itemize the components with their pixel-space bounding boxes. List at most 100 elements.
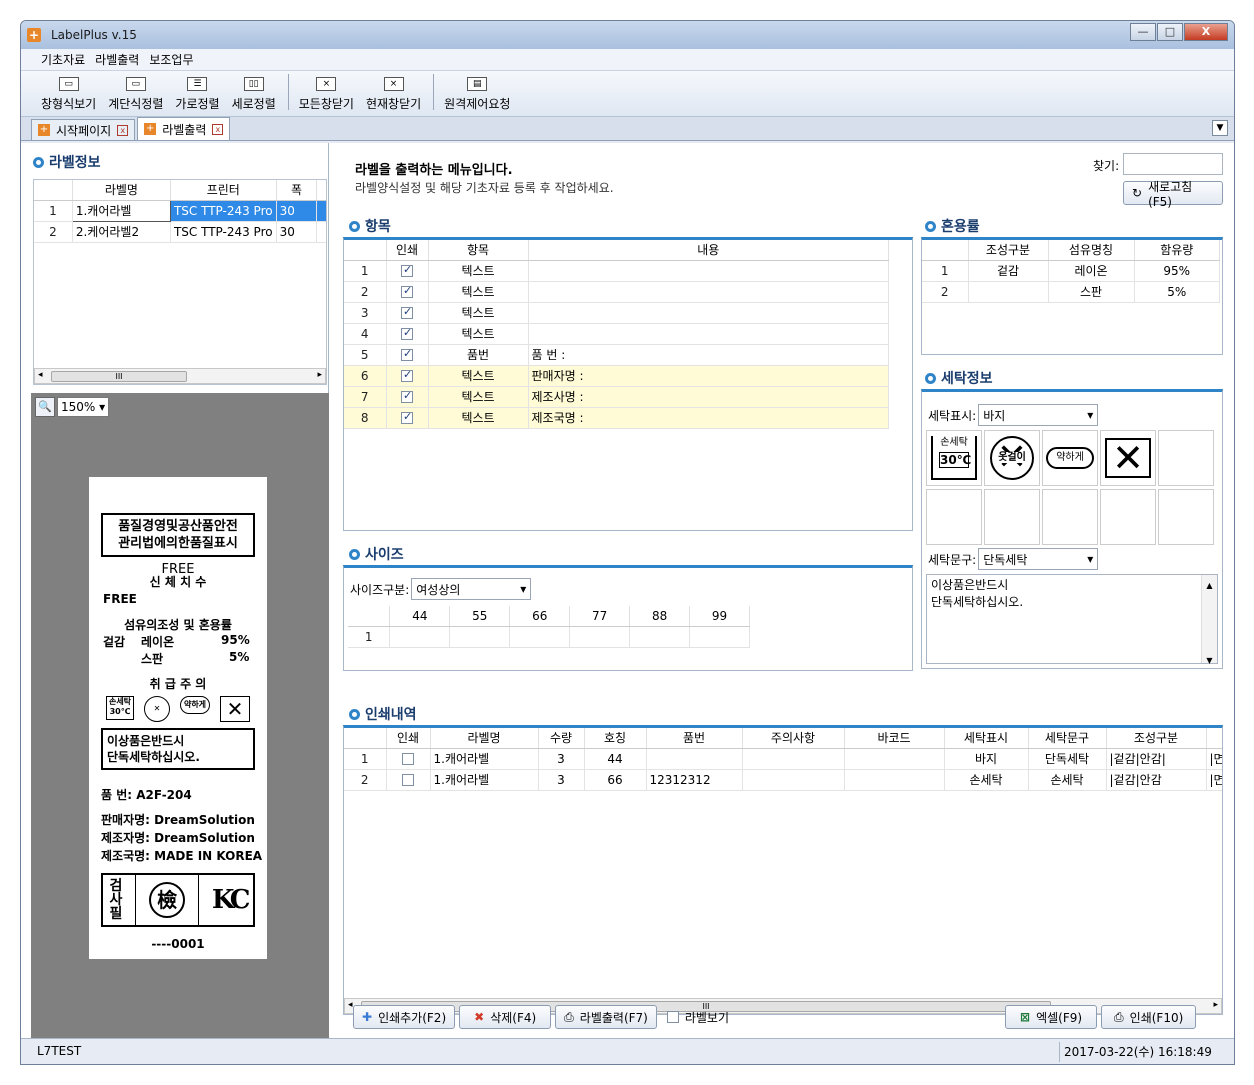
items-panel: 인쇄 항목 내용 1텍스트 2텍스트 3텍스트 4텍스트 5품번품 번 : 6텍…	[343, 237, 913, 531]
scroll-thumb[interactable]: III	[51, 371, 187, 382]
scroll-left-icon[interactable]: ◂	[38, 370, 43, 380]
remote-control-button[interactable]: ▤ 원격제어요청	[444, 77, 510, 112]
scroll-right-icon[interactable]: ▸	[317, 370, 322, 380]
print-checkbox[interactable]	[401, 263, 413, 277]
close-button[interactable]: X	[1184, 23, 1228, 41]
col-content: 내용	[528, 240, 889, 261]
horizontal-button[interactable]: ☰ 가로정렬	[175, 77, 220, 112]
table-row[interactable]: 5품번품 번 :	[344, 344, 889, 366]
table-row[interactable]: 2텍스트	[344, 281, 889, 303]
no-wring-icon: ✕	[144, 696, 170, 722]
maximize-button[interactable]: □	[1157, 23, 1183, 41]
empty-wash-slot[interactable]	[1100, 489, 1156, 545]
cascade-button[interactable]: ▭ 계단식정렬	[108, 77, 163, 112]
tile-window-button[interactable]: ▭ 창형식보기	[41, 77, 96, 112]
print-checkbox[interactable]	[401, 284, 413, 298]
print-checkbox[interactable]	[402, 753, 414, 765]
search-input[interactable]	[1123, 153, 1223, 175]
close-current-button[interactable]: × 현재창닫기	[366, 77, 421, 112]
app-window: + LabelPlus v.15 — □ X 기초자료 라벨출력 보조업무 ▭ 창…	[20, 20, 1235, 1065]
bullet-icon	[349, 548, 360, 560]
status-datetime: 2017-03-22(수) 16:18:49	[1059, 1042, 1212, 1062]
menu-label-output[interactable]: 라벨출력	[95, 51, 139, 68]
label-grid-hscroll[interactable]: ◂ III ▸	[34, 368, 326, 384]
print-checkbox[interactable]	[401, 347, 413, 361]
toolbar: ▭ 창형식보기 ▭ 계단식정렬 ☰ 가로정렬 ▯▯ 세로정렬 × 모든창닫기 × 현재창닫기…	[21, 71, 1234, 117]
col-label-name: 라벨명	[72, 180, 171, 201]
bullet-icon	[33, 156, 44, 168]
no-dryclean-icon[interactable]: ✕	[1100, 430, 1156, 486]
print-button[interactable]: ⎙ 인쇄(F10)	[1101, 1005, 1197, 1029]
menu-support[interactable]: 보조업무	[149, 51, 193, 68]
vertical-icon: ▯▯	[243, 77, 264, 91]
label-grid: 라벨명 프린터 폭 1 1.캐어라벨 TSC TTP-243 Pro 30 2	[33, 179, 327, 385]
print-checkbox[interactable]	[401, 368, 413, 382]
scroll-right-icon[interactable]: ▸	[1213, 1000, 1218, 1010]
table-row[interactable]: 6텍스트판매자명 :	[344, 365, 889, 387]
chevron-down-icon: ▾	[1087, 552, 1094, 566]
size-type-select[interactable]: 여성상의 ▾	[411, 578, 532, 600]
table-row[interactable]: 2 1.캐어라벨 3 66 12312312 손세탁 손세탁 |겉감|안감 |면	[344, 769, 1222, 791]
table-row[interactable]: 2 스판 5%	[922, 281, 1220, 303]
print-checkbox[interactable]	[401, 410, 413, 424]
empty-wash-slot[interactable]	[1158, 430, 1214, 486]
search-label: 찾기:	[1093, 159, 1120, 173]
low-iron-icon[interactable]: 약하게	[1042, 430, 1098, 486]
print-checkbox[interactable]	[401, 326, 413, 340]
col-wash: 세탁표시	[944, 728, 1029, 749]
add-print-button[interactable]: ✚ 인쇄추가(F2)	[353, 1005, 456, 1029]
print-checkbox[interactable]	[401, 305, 413, 319]
empty-wash-slot[interactable]	[984, 489, 1040, 545]
cascade-icon: ▭	[125, 77, 146, 91]
menu-basic-data[interactable]: 기초자료	[41, 51, 85, 68]
refresh-button[interactable]: ↻ 새로고침(F5)	[1123, 180, 1223, 209]
table-row[interactable]: 1텍스트	[344, 260, 889, 282]
table-row[interactable]: 3텍스트	[344, 302, 889, 324]
close-all-button[interactable]: × 모든창닫기	[299, 77, 354, 112]
print-checkbox[interactable]	[402, 774, 414, 786]
zoom-icon[interactable]: 🔍	[35, 397, 55, 417]
status-bar: L7TEST 2017-03-22(수) 16:18:49	[21, 1038, 1234, 1064]
col-printer: 프린터	[170, 180, 277, 201]
table-row[interactable]: 2 2.케어라벨2 TSC TTP-243 Pro 30	[34, 221, 326, 243]
tab-close-icon[interactable]: x	[212, 123, 224, 135]
wash-phrase-select[interactable]: 단독세탁 ▾	[978, 548, 1099, 570]
vertical-button[interactable]: ▯▯ 세로정렬	[232, 77, 276, 112]
table-row[interactable]: 1	[348, 626, 750, 648]
print-checkbox[interactable]	[401, 389, 413, 403]
col-size-99: 99	[689, 606, 750, 627]
table-row[interactable]: 7텍스트제조사명 :	[344, 386, 889, 408]
window-title: LabelPlus v.15	[51, 28, 137, 42]
table-row[interactable]: 1 1.캐어라벨 TSC TTP-243 Pro 30	[34, 199, 326, 222]
table-row[interactable]: 4텍스트	[344, 323, 889, 345]
scroll-left-icon[interactable]: ◂	[348, 1000, 353, 1010]
chevron-down-icon: ▾	[520, 582, 527, 596]
col-fiber: 섬유명칭	[1048, 240, 1135, 261]
view-label-checkbox[interactable]	[666, 1011, 679, 1023]
zoom-select[interactable]: 150% ▾	[57, 397, 109, 417]
no-dryclean-icon: ✕	[220, 696, 250, 722]
hand-wash-30-icon[interactable]: 손세탁 30℃	[926, 430, 982, 486]
delete-button[interactable]: ✖ 삭제(F4)	[459, 1005, 552, 1029]
table-row[interactable]: 1 겉감 레이온 95%	[922, 260, 1220, 282]
minimize-button[interactable]: —	[1130, 23, 1156, 41]
empty-wash-slot[interactable]	[1042, 489, 1098, 545]
print-label-button[interactable]: ⎙ 라벨출력(F7)	[555, 1005, 657, 1029]
blend-title: 혼용률	[925, 215, 980, 237]
empty-wash-slot[interactable]	[926, 489, 982, 545]
tab-list-dropdown[interactable]: ▼	[1212, 120, 1228, 136]
excel-button[interactable]: ⊠ 엑셀(F9)	[1005, 1005, 1098, 1029]
right-pane: 라벨을 출력하는 메뉴입니다. 라벨양식설정 및 해당 기초자료 등록 후 작업…	[341, 143, 1234, 1039]
wash-display-select[interactable]: 바지 ▾	[978, 404, 1099, 426]
plus-icon: ✚	[362, 1010, 373, 1024]
table-row[interactable]: 1 1.캐어라벨 3 44 바지 단독세탁 |겉감|안감| |면	[344, 748, 1222, 770]
table-row[interactable]: 8텍스트제조국명 :	[344, 407, 889, 429]
empty-wash-slot[interactable]	[1158, 489, 1214, 545]
wash-phrase-textarea[interactable]: 이상품은반드시 단독세탁하십시오. ▲ ▼	[926, 574, 1218, 665]
no-wring-icon[interactable]: ✕옷걸이	[984, 430, 1040, 486]
col-print: 인쇄	[386, 240, 429, 261]
textarea-vscroll[interactable]: ▲ ▼	[1201, 575, 1217, 665]
tab-close-icon[interactable]: x	[117, 124, 129, 136]
tab-start-page[interactable]: + 시작페이지 x	[31, 119, 136, 140]
tab-label-output[interactable]: + 라벨출력 x	[137, 117, 231, 140]
